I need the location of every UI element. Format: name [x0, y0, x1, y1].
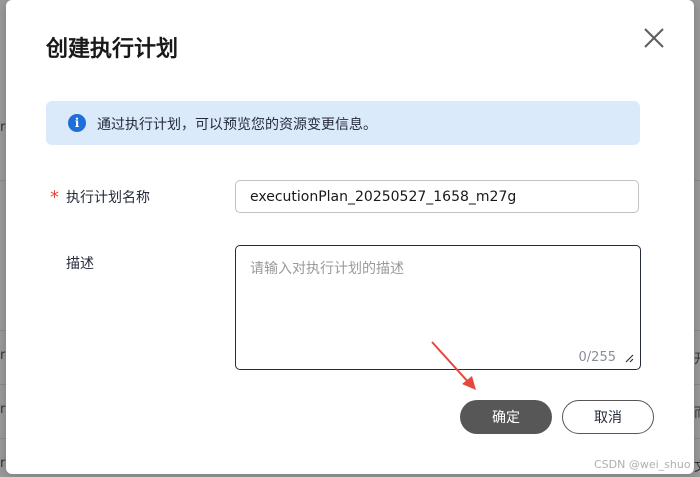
info-alert: i 通过执行计划，可以预览您的资源变更信息。: [46, 101, 640, 145]
background-text: r: [0, 348, 6, 363]
watermark: CSDN @wei_shuo: [594, 458, 691, 471]
background-text: r: [0, 456, 6, 471]
background-text: 而: [694, 402, 700, 421]
plan-name-label: 执行计划名称: [66, 190, 150, 206]
background-text: 开: [694, 348, 700, 367]
plan-name-input[interactable]: [235, 180, 639, 213]
confirm-button[interactable]: 确定: [460, 400, 552, 434]
required-mark: *: [50, 187, 59, 208]
background-text: 文: [694, 456, 700, 475]
create-execution-plan-dialog: 创建执行计划 i 通过执行计划，可以预览您的资源变更信息。 * 执行计划名称 描…: [6, 0, 694, 474]
annotation-arrow-icon: [431, 341, 476, 390]
info-alert-text: 通过执行计划，可以预览您的资源变更信息。: [97, 117, 377, 133]
close-icon[interactable]: [642, 26, 666, 50]
cancel-button[interactable]: 取消: [562, 400, 654, 434]
resize-handle-icon[interactable]: [624, 353, 634, 363]
character-counter: 0/255: [578, 350, 616, 365]
background-text: r: [0, 402, 6, 417]
description-label: 描述: [66, 256, 94, 272]
info-icon: i: [68, 114, 86, 132]
dialog-title: 创建执行计划: [46, 37, 179, 62]
